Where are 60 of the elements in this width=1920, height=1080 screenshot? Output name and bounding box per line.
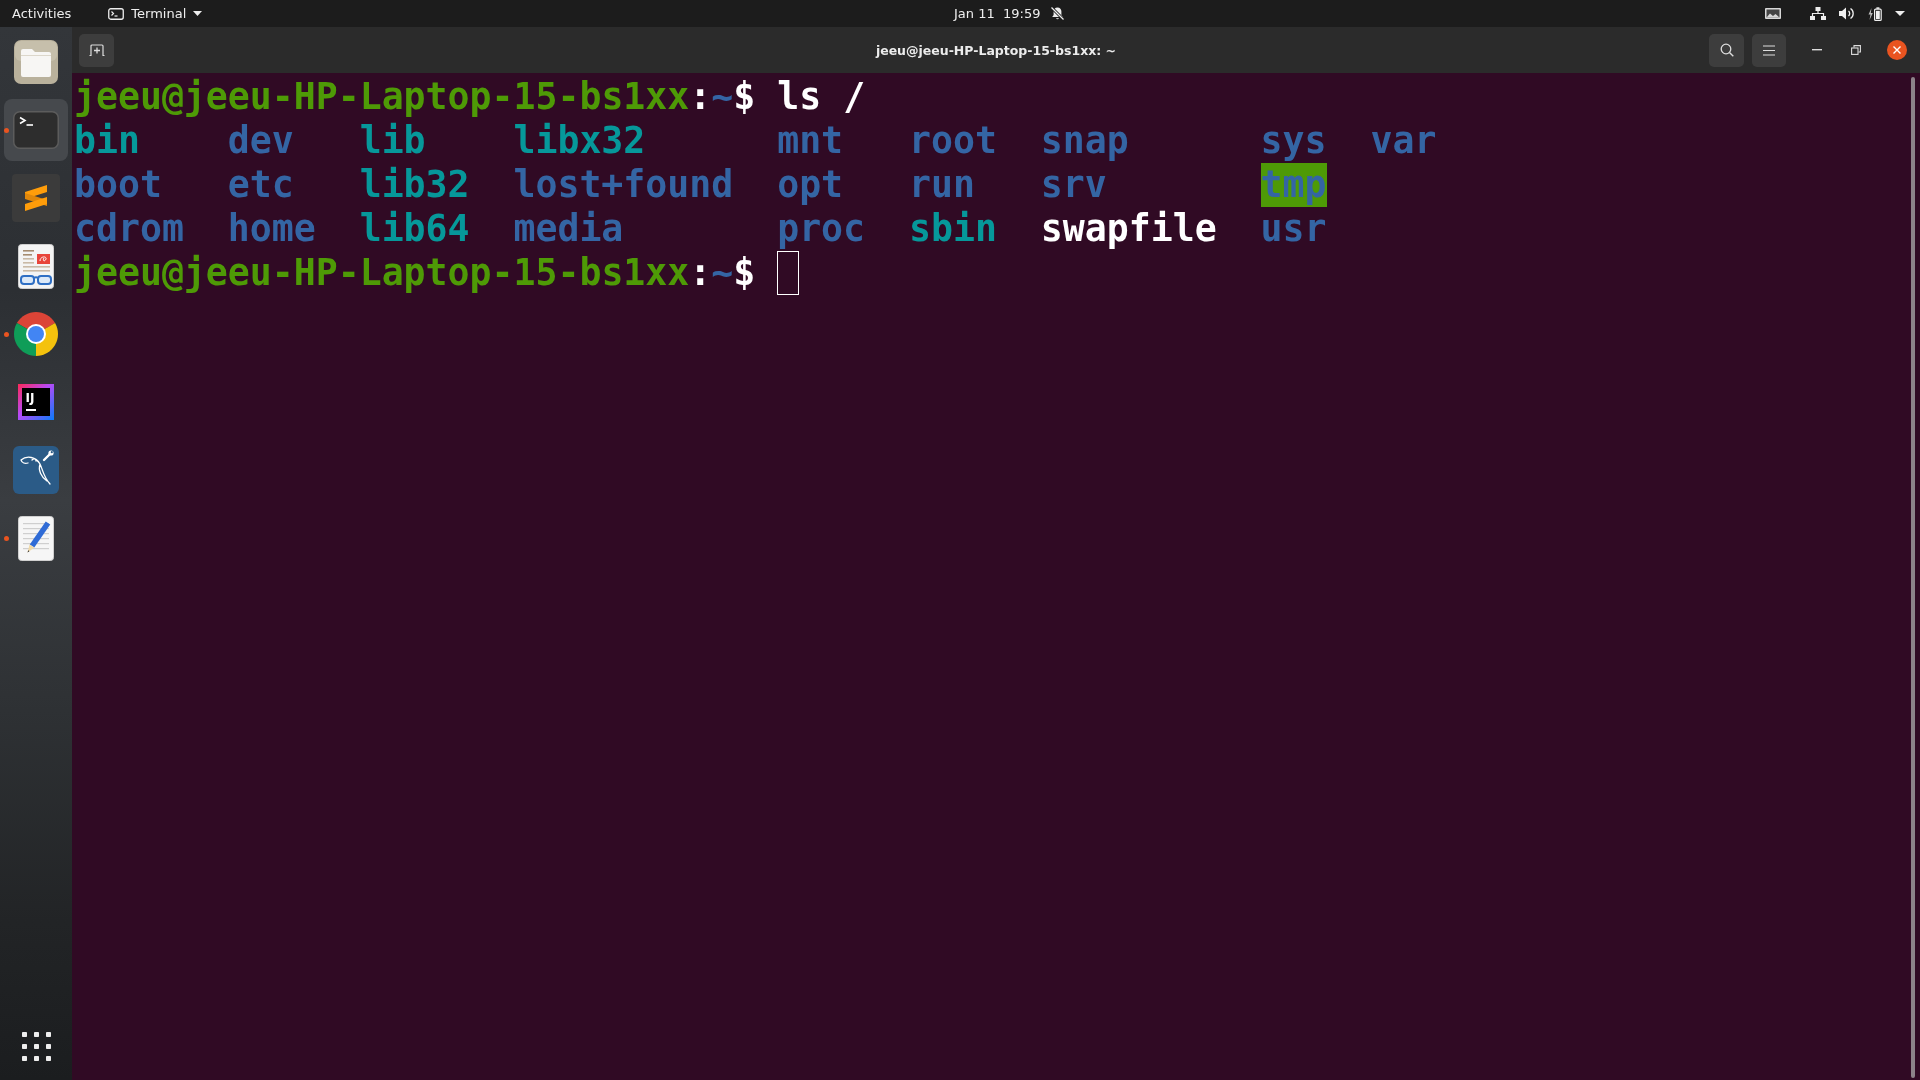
window-title: jeeu@jeeu-HP-Laptop-15-bs1xx: ~	[875, 42, 1117, 58]
menu-button[interactable]	[1752, 33, 1786, 67]
app-grid-icon	[21, 1031, 51, 1061]
directory-name: opt	[777, 163, 844, 207]
menu-icon	[1762, 44, 1776, 56]
directory-name: tmp	[1260, 163, 1327, 207]
directory-name: srv	[1040, 163, 1107, 207]
dolphin-icon	[13, 446, 59, 494]
search-icon	[1719, 43, 1734, 57]
caret-icon	[193, 11, 203, 16]
directory-name: run	[909, 163, 975, 207]
command-text: ls /	[777, 75, 866, 119]
prompt-text: jeeu@jeeu-HP-Laptop-15-bs1xx:~$	[74, 251, 756, 295]
activities-button[interactable]: Activities	[4, 0, 80, 27]
new-tab-button[interactable]	[79, 33, 114, 67]
document-glasses-icon	[18, 243, 54, 289]
battery-charging-icon[interactable]	[1868, 6, 1882, 21]
directory-name: cdrom	[74, 207, 184, 251]
browser-logo-icon	[14, 312, 58, 356]
symlink-name: lib64	[359, 207, 470, 251]
symlink-name: bin	[74, 119, 140, 163]
folder-icon	[14, 40, 58, 84]
clock-button[interactable]: Jan 11 19:59	[946, 0, 1074, 27]
terminal-icon	[13, 111, 59, 149]
text-editor-icon	[18, 515, 54, 561]
symlink-name: lib	[359, 119, 426, 163]
directory-name: var	[1370, 119, 1437, 163]
terminal-icon	[108, 7, 125, 20]
volume-icon[interactable]	[1839, 7, 1855, 20]
symlink-name: lib32	[359, 163, 470, 207]
image-icon[interactable]	[1765, 8, 1781, 19]
caret-icon[interactable]	[1895, 11, 1905, 16]
close-icon	[1893, 46, 1901, 54]
scrollbar-thumb[interactable]	[1911, 77, 1915, 1078]
network-icon[interactable]	[1810, 7, 1826, 20]
s-logo-icon	[12, 174, 60, 222]
directory-name: proc	[777, 207, 866, 251]
logo-text: IJ	[25, 391, 35, 405]
dock-item[interactable]: IJ	[4, 371, 68, 433]
directory-name: dev	[227, 119, 294, 163]
symlink-name: libx32	[513, 119, 646, 163]
close-button[interactable]	[1887, 40, 1907, 60]
directory-name: mnt	[777, 119, 844, 163]
directory-name: media	[513, 207, 624, 251]
directory-name: home	[227, 207, 316, 251]
prompt-text: jeeu@jeeu-HP-Laptop-15-bs1xx:~$	[74, 75, 756, 119]
directory-name: root	[909, 119, 997, 163]
directory-name: lost+found	[513, 163, 734, 207]
file-name: swapfile	[1040, 207, 1217, 251]
restore-icon	[1851, 45, 1861, 55]
symlink-name: sbin	[909, 207, 997, 251]
minimize-icon	[1812, 49, 1822, 51]
directory-name: sys	[1260, 119, 1327, 163]
directory-name: boot	[74, 163, 162, 207]
directory-name: etc	[227, 163, 294, 207]
directory-name: snap	[1040, 119, 1129, 163]
search-button[interactable]	[1709, 33, 1744, 67]
directory-name: usr	[1260, 207, 1327, 251]
app-menu-button[interactable]: Terminal	[100, 0, 211, 27]
new-tab-icon	[88, 44, 105, 56]
